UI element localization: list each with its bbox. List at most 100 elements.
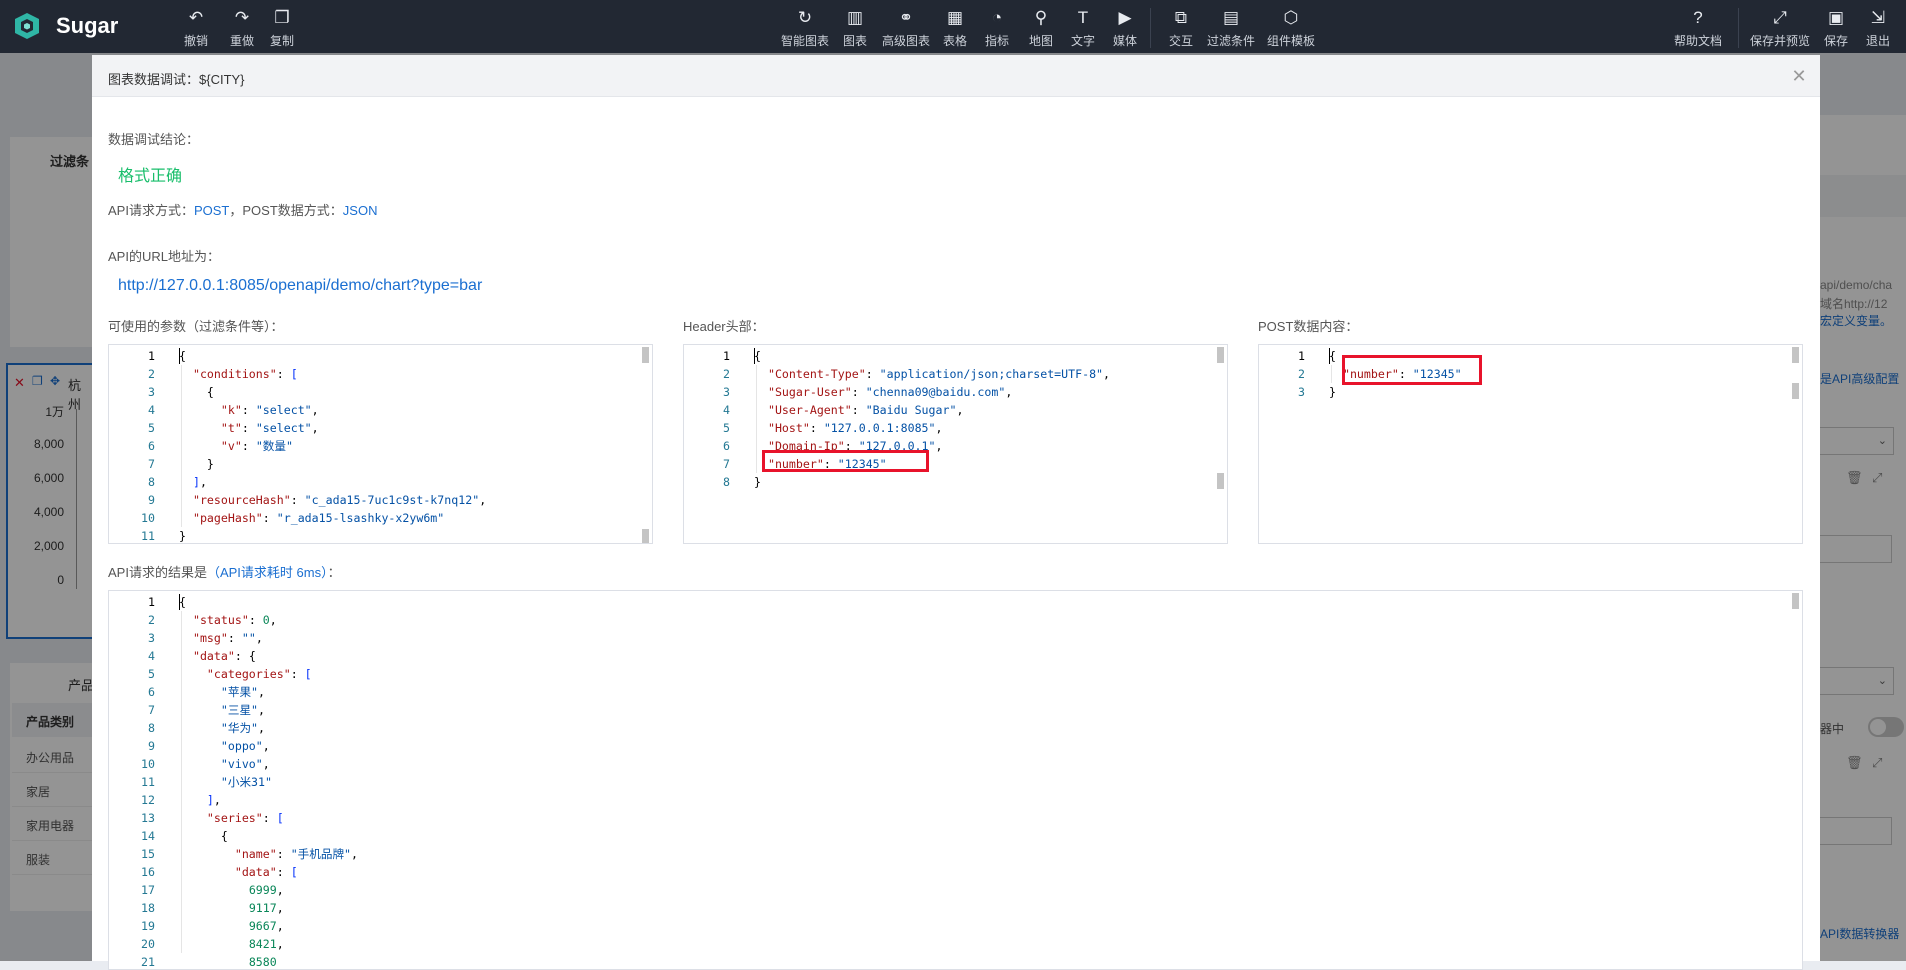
line-number: 8 [148,721,155,735]
text-cursor [179,594,180,610]
code-token: : [851,385,866,399]
filter-icon: ▤ [1222,8,1240,27]
line-number: 13 [141,811,155,825]
advanced-chart-icon: ⚭ [898,8,914,27]
code-token: [ [304,667,312,681]
code-line: { [179,347,186,365]
toolbar-copy-button[interactable]: ❐ 复制 [266,8,298,48]
code-token: , [255,631,263,645]
toolbar-button-label: 交互 [1168,34,1193,48]
close-icon[interactable]: ✕ [1788,65,1810,87]
code-token: , [276,883,284,897]
code-token: "数量" [255,439,293,453]
toolbar-exit-button[interactable]: ⇲ 退出 [1860,8,1896,48]
editor-scrollbar[interactable] [1217,347,1224,541]
code-line: { [179,593,186,611]
header-code-editor[interactable]: 1 2 3 4 5 6 7 8 { "Content-Type": "application/j… [683,344,1228,544]
code-line: "msg": "", [179,629,263,647]
line-number: 1 [1298,349,1305,363]
code-token: "application/json;charset=UTF-8" [879,367,1104,381]
line-number: 19 [141,919,155,933]
bar-chart-icon: ▥ [846,8,864,27]
code-line: } [179,527,186,543]
toolbar-button-label: 表格 [942,34,967,48]
code-line: "t": "select", [179,419,319,437]
params-code-editor[interactable]: 1 2 3 4 5 6 7 8 9 10 11 { "conditions": [ { "k": "s… [108,344,653,544]
code-token: , [1103,367,1111,381]
toolbar-advanced-chart-button[interactable]: ⚭ 高级图表 [876,8,936,48]
editor-scrollbar[interactable] [1792,593,1799,967]
code-token: { [179,349,186,363]
toolbar-smart-chart-button[interactable]: ↻ 智能图表 [778,8,832,48]
toolbar-interaction-button[interactable]: ⧉ 交互 [1164,8,1198,48]
code-line: "Sugar-User": "chenna09@baidu.com", [754,383,1012,401]
code-token: "status" [192,613,249,627]
code-token: "pageHash" [192,511,263,525]
toolbar-separator [1738,8,1739,48]
dialog-header: 图表数据调试：${CITY} ✕ [92,55,1820,97]
header-label: Header头部： [683,319,765,334]
toolbar-button-label: 指标 [984,34,1009,48]
toolbar-table-button[interactable]: ▦ 表格 [938,8,972,48]
code-line: 9667, [179,917,284,935]
code-token: "手机品牌" [290,847,352,861]
toolbar-button-label: 媒体 [1112,34,1137,48]
editor-scrollbar[interactable] [1792,347,1799,541]
code-token: "Baidu Sugar" [865,403,957,417]
toolbar-expand-button[interactable]: ⤢ 保存并预览 [1748,8,1812,48]
code-line: "三星", [179,701,265,719]
line-number: 4 [148,649,155,663]
exit-icon: ⇲ [1870,8,1886,27]
code-token: , [276,937,284,951]
interaction-icon: ⧉ [1174,8,1188,27]
indent-guide [1331,365,1332,383]
chart-data-debug-dialog: 图表数据调试：${CITY} ✕ 数据调试结论： 格式正确 API请求方式：PO… [92,55,1820,970]
code-token: "select" [255,421,312,435]
app-name: Sugar [56,13,119,38]
editor-scrollbar[interactable] [642,347,649,543]
code-token: "oppo" [220,739,263,753]
toolbar-button-label: 高级图表 [881,34,930,48]
toolbar-component-template-button[interactable]: ⬡ 组件模板 [1264,8,1318,48]
params-label: 可使用的参数（过滤条件等）： [108,319,284,334]
code-token: "name" [234,847,277,861]
toolbar-text-button[interactable]: T 文字 [1066,8,1100,48]
api-url[interactable]: http://127.0.0.1:8085/openapi/demo/chart… [118,277,482,295]
line-number: 20 [141,937,155,951]
line-number: 6 [148,439,155,453]
post-code-editor[interactable]: 1 2 3{ "number": "12345"} [1258,344,1803,544]
toolbar-redo-button[interactable]: ↷ 重做 [226,8,258,48]
toolbar-help-button[interactable]: ? 帮助文档 [1670,8,1726,48]
toolbar-bar-chart-button[interactable]: ▥ 图表 [838,8,872,48]
toolbar-button-label: 过滤条件 [1206,34,1255,48]
code-token: "resourceHash" [192,493,291,507]
toolbar-gauge-button[interactable]: ◔ 指标 [980,8,1014,48]
toolbar-map-pin-button[interactable]: ⚲ 地图 [1024,8,1058,48]
code-token: 0 [262,613,270,627]
code-token: : [276,847,291,861]
redo-icon: ↷ [234,8,250,27]
code-line: ], [179,473,207,491]
code-token: { [754,349,761,363]
toolbar-button-label: 保存并预览 [1749,34,1810,48]
gauge-icon: ◔ [991,8,1003,27]
line-number: 12 [141,793,155,807]
toolbar-media-button[interactable]: ▶ 媒体 [1108,8,1142,48]
code-token: { [179,385,214,399]
toolbar-filter-button[interactable]: ▤ 过滤条件 [1204,8,1258,48]
toolbar-save-button[interactable]: ▣ 保存 [1818,8,1854,48]
toolbar-button-label: 保存 [1823,34,1848,48]
toolbar-undo-button[interactable]: ↶ 撤销 [180,8,212,48]
line-number: 17 [141,883,155,897]
conclusion-label: 数据调试结论： [108,132,200,147]
code-token: "data" [192,649,235,663]
result-code-editor[interactable]: 1 2 3 4 5 6 7 8 9 10 11 12 13 14 15 16 17 18 19 20 21{ "stat… [108,590,1803,970]
code-token: , [269,613,277,627]
